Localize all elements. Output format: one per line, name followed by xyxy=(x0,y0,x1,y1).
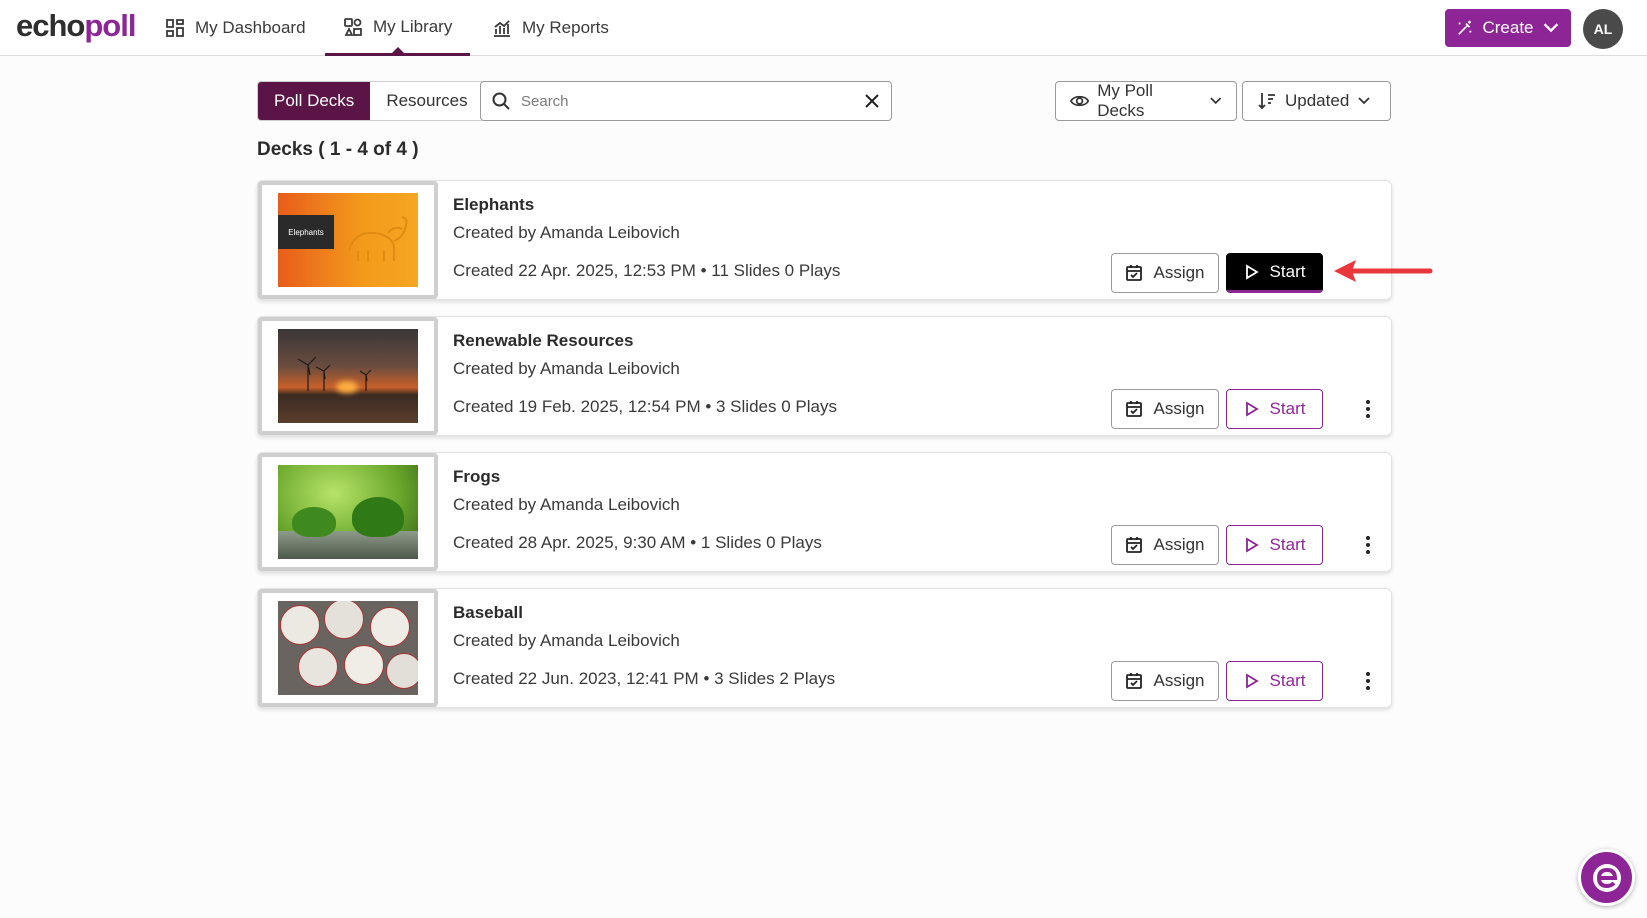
calendar-check-icon xyxy=(1126,265,1143,281)
calendar-check-icon xyxy=(1126,673,1143,689)
play-icon xyxy=(1245,401,1259,417)
echopoll-e-icon xyxy=(1592,863,1621,892)
deck-title[interactable]: Frogs xyxy=(453,467,500,487)
wind-turbines-image xyxy=(278,329,418,423)
nav-my-reports[interactable]: My Reports xyxy=(492,0,609,56)
chevron-down-icon xyxy=(1543,23,1558,33)
deck-meta: Created 22 Apr. 2025, 12:53 PM • 11 Slid… xyxy=(453,261,841,280)
sort-dropdown[interactable]: Updated xyxy=(1242,81,1391,121)
user-avatar[interactable]: AL xyxy=(1583,9,1623,49)
baseball xyxy=(298,647,338,687)
play-icon xyxy=(1245,537,1259,553)
magic-wand-icon xyxy=(1458,20,1472,35)
search-box xyxy=(480,81,892,121)
library-tabs: Poll Decks Resources xyxy=(257,81,485,121)
nav-my-dashboard[interactable]: My Dashboard xyxy=(165,0,306,56)
deck-title[interactable]: Elephants xyxy=(453,195,534,215)
dashboard-icon xyxy=(166,19,184,37)
deck-card[interactable]: Renewable Resources Created by Amanda Le… xyxy=(257,316,1392,436)
deck-meta: Created 28 Apr. 2025, 9:30 AM • 1 Slides… xyxy=(453,533,822,552)
top-nav-bar: echopoll My Dashboard My Library My Repo… xyxy=(0,0,1647,56)
play-icon xyxy=(1245,673,1259,689)
calendar-check-icon xyxy=(1126,537,1143,553)
start-button[interactable]: Start xyxy=(1226,525,1323,565)
more-options-icon[interactable] xyxy=(1356,669,1380,693)
annotation-arrow-icon xyxy=(1334,260,1433,282)
tab-resources[interactable]: Resources xyxy=(370,82,484,120)
start-button[interactable]: Start xyxy=(1226,253,1323,293)
deck-thumbnail[interactable] xyxy=(258,589,438,707)
deck-creator: Created by Amanda Leibovich xyxy=(453,223,680,242)
start-button[interactable]: Start xyxy=(1226,389,1323,429)
frog-left xyxy=(292,507,336,537)
elephants-slide-image: Elephants xyxy=(278,193,418,287)
echopoll-logo[interactable]: echopoll xyxy=(16,6,136,46)
assign-button[interactable]: Assign xyxy=(1111,525,1219,565)
leaf-surface xyxy=(278,531,418,559)
deck-creator: Created by Amanda Leibovich xyxy=(453,359,680,378)
baseball xyxy=(344,645,384,685)
close-icon[interactable] xyxy=(863,92,881,110)
deck-card[interactable]: Elephants Elephants Created by Amanda Le… xyxy=(257,180,1392,300)
create-button[interactable]: Create xyxy=(1445,9,1571,47)
baseball xyxy=(280,605,320,645)
help-chat-button[interactable] xyxy=(1578,849,1635,906)
deck-creator: Created by Amanda Leibovich xyxy=(453,495,680,514)
baseball xyxy=(386,653,418,689)
tab-poll-decks[interactable]: Poll Decks xyxy=(258,82,371,120)
wind-turbine-icon xyxy=(297,356,372,391)
chevron-down-icon xyxy=(1209,97,1221,105)
thumb-title-box: Elephants xyxy=(278,215,334,249)
chevron-down-icon xyxy=(1358,97,1370,105)
search-input[interactable] xyxy=(521,88,851,114)
assign-button[interactable]: Assign xyxy=(1111,253,1219,293)
elephant-silhouette-icon xyxy=(348,216,408,261)
green-frogs-image xyxy=(278,465,418,559)
deck-creator: Created by Amanda Leibovich xyxy=(453,631,680,650)
baseball xyxy=(370,607,410,647)
deck-meta: Created 22 Jun. 2023, 12:41 PM • 3 Slide… xyxy=(453,669,836,688)
deck-title[interactable]: Renewable Resources xyxy=(453,331,633,351)
filter-dropdown[interactable]: My Poll Decks xyxy=(1055,81,1237,121)
play-icon xyxy=(1245,264,1259,280)
deck-card[interactable]: Frogs Created by Amanda Leibovich Create… xyxy=(257,452,1392,572)
deck-thumbnail[interactable] xyxy=(258,317,438,435)
more-options-icon[interactable] xyxy=(1356,533,1380,557)
deck-count-label: Decks ( 1 - 4 of 4 ) xyxy=(257,139,419,160)
start-button[interactable]: Start xyxy=(1226,661,1323,701)
deck-card[interactable]: Baseball Created by Amanda Leibovich Cre… xyxy=(257,588,1392,708)
nav-my-library[interactable]: My Library xyxy=(325,0,471,56)
assign-button[interactable]: Assign xyxy=(1111,661,1219,701)
eye-icon xyxy=(1070,95,1090,107)
deck-title[interactable]: Baseball xyxy=(453,603,523,623)
reports-icon xyxy=(494,20,510,37)
more-options-icon[interactable] xyxy=(1356,397,1380,421)
search-icon xyxy=(492,92,510,110)
sort-icon xyxy=(1258,93,1275,110)
deck-thumbnail[interactable] xyxy=(258,453,438,571)
baseballs-image xyxy=(278,601,418,695)
library-icon xyxy=(344,17,362,36)
deck-meta: Created 19 Feb. 2025, 12:54 PM • 3 Slide… xyxy=(453,397,837,416)
deck-thumbnail[interactable]: Elephants xyxy=(258,181,438,299)
assign-button[interactable]: Assign xyxy=(1111,389,1219,429)
frog-right xyxy=(352,497,404,537)
calendar-check-icon xyxy=(1126,401,1143,417)
baseball xyxy=(324,601,364,639)
